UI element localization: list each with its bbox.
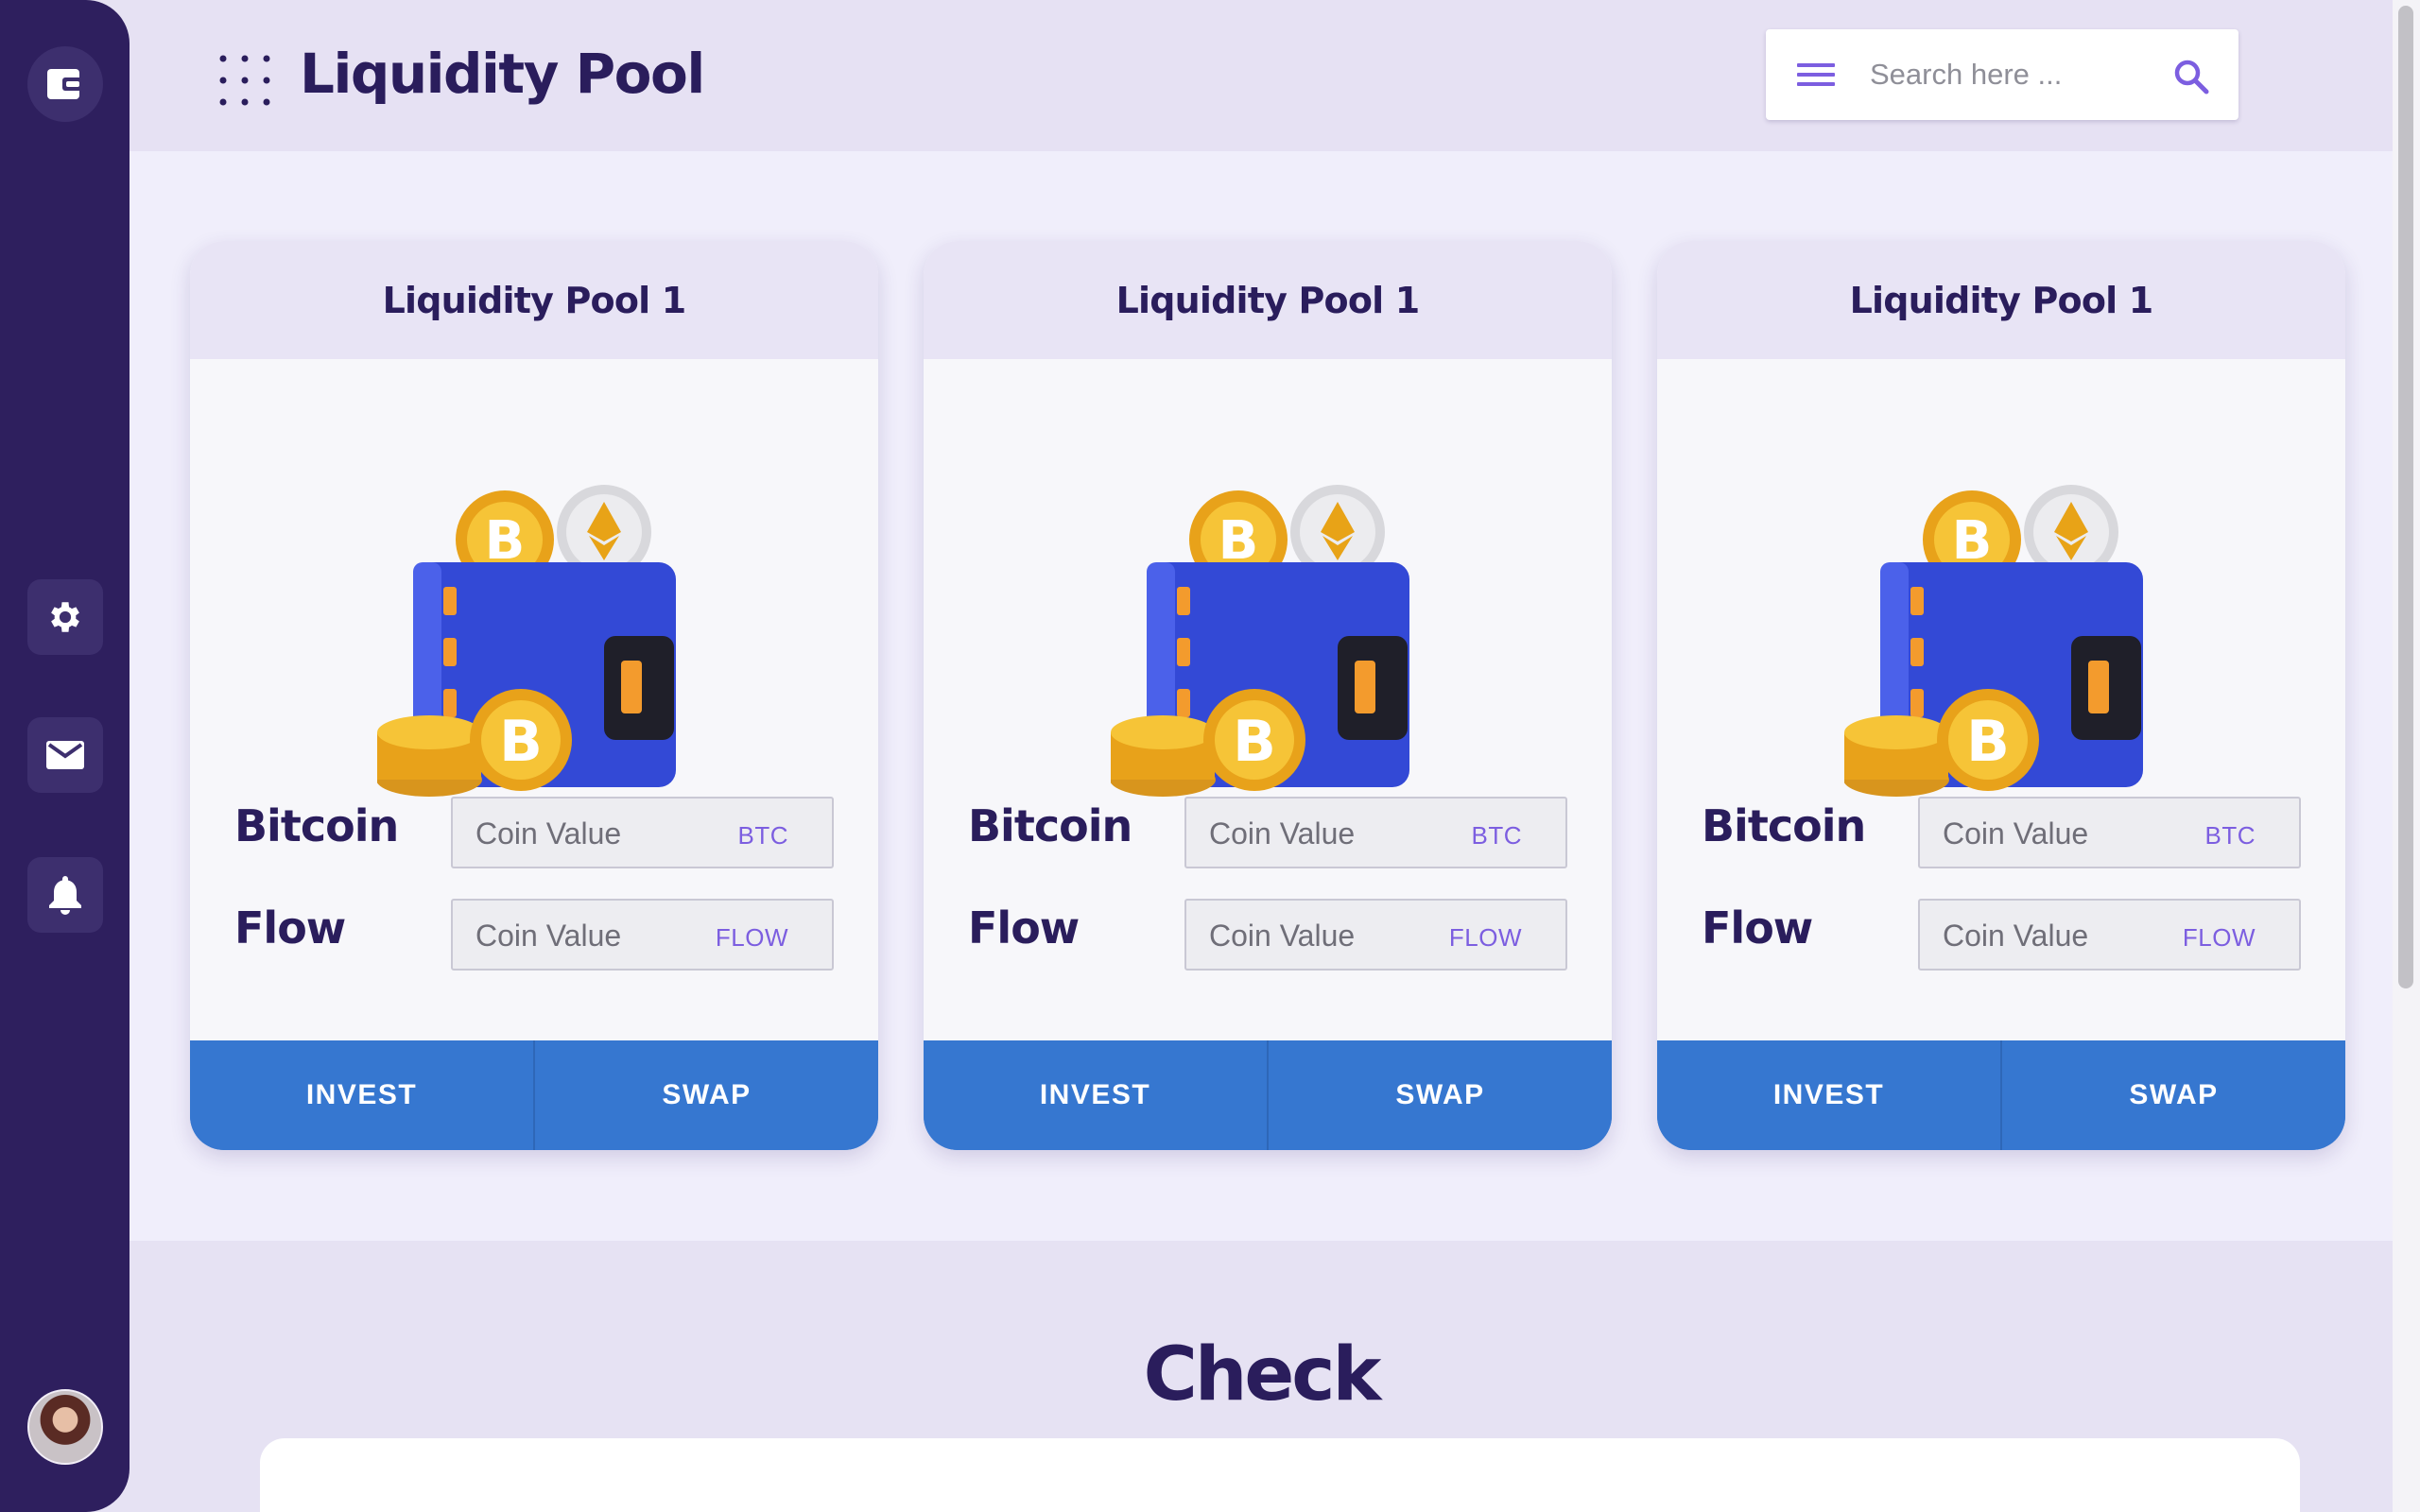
search-box [1766,29,2238,120]
invest-button[interactable]: INVEST [924,1040,1269,1150]
flow-value-input[interactable] [1943,916,2169,955]
coin-value-field: BTC [1918,797,2301,868]
pool-card: Liquidity Pool 1 B B Bitcoin BTC [1657,241,2345,1150]
coin-value-field: FLOW [1918,899,2301,971]
pool-card: Liquidity Pool 1 B B Bitcoin BTC [924,241,1612,1150]
pool-cards-section: Liquidity Pool 1 B B Bitcoin BTC [130,151,2393,1241]
crypto-wallet-illustration: B B [377,485,676,797]
swap-button[interactable]: SWAP [535,1040,878,1150]
card-title: Liquidity Pool 1 [382,279,687,321]
coin-value-field: BTC [451,797,834,868]
svg-text:B: B [1966,709,2010,775]
page-scrollbar[interactable] [2393,0,2420,1512]
coin-value-field: FLOW [451,899,834,971]
coin-label: Flow [968,902,1080,954]
card-title: Liquidity Pool 1 [1115,279,1421,321]
unit-label: BTC [737,821,788,850]
wallet-icon [47,69,83,99]
scroll-thumb[interactable] [2398,6,2413,988]
card-header: Liquidity Pool 1 [1657,241,2345,359]
card-actions: INVEST SWAP [190,1040,878,1150]
flow-value-input[interactable] [475,916,702,955]
unit-label: FLOW [2182,923,2256,952]
swap-button[interactable]: SWAP [2002,1040,2345,1150]
bitcoin-row: Bitcoin BTC [1702,797,2301,868]
sidebar-item-notifications[interactable] [27,857,103,933]
card-header: Liquidity Pool 1 [924,241,1612,359]
card-header: Liquidity Pool 1 [190,241,878,359]
unit-label: BTC [1471,821,1522,850]
sidebar-item-settings[interactable] [27,579,103,655]
page-title: Liquidity Pool [300,42,705,106]
flow-row: Flow FLOW [234,899,834,971]
user-avatar[interactable] [27,1389,103,1465]
search-icon[interactable] [2172,58,2210,95]
bitcoin-value-input[interactable] [1209,814,1436,853]
sidebar [0,0,130,1512]
pool-card: Liquidity Pool 1 B B Bitcoin BTC [190,241,878,1150]
mail-icon [46,741,84,769]
crypto-wallet-illustration: B B [1111,485,1409,797]
unit-label: FLOW [1448,923,1522,952]
card-actions: INVEST SWAP [1657,1040,2345,1150]
coin-value-field: FLOW [1184,899,1567,971]
invest-button[interactable]: INVEST [190,1040,535,1150]
flow-value-input[interactable] [1209,916,1436,955]
gear-icon [51,602,79,632]
wallet-logo-button[interactable] [27,46,103,122]
card-actions: INVEST SWAP [924,1040,1612,1150]
bitcoin-row: Bitcoin BTC [234,797,834,868]
bell-icon [49,876,81,915]
crypto-wallet-illustration: B B [1844,485,2143,797]
svg-text:B: B [1233,709,1276,775]
search-input[interactable] [1870,52,2144,97]
card-title: Liquidity Pool 1 [1849,279,2154,321]
coin-label: Bitcoin [968,800,1132,851]
coin-value-field: BTC [1184,797,1567,868]
bitcoin-value-input[interactable] [475,814,702,853]
invest-button[interactable]: INVEST [1657,1040,2002,1150]
coin-label: Bitcoin [234,800,399,851]
flow-row: Flow FLOW [968,899,1567,971]
sidebar-item-mail[interactable] [27,717,103,793]
coin-label: Flow [234,902,346,954]
coin-label: Flow [1702,902,1813,954]
bitcoin-row: Bitcoin BTC [968,797,1567,868]
flow-row: Flow FLOW [1702,899,2301,971]
check-panel [260,1438,2300,1512]
unit-label: FLOW [715,923,788,952]
menu-icon[interactable] [1797,61,1835,88]
svg-text:B: B [499,709,543,775]
top-header: Liquidity Pool [130,0,2393,151]
apps-grid-icon[interactable] [219,55,270,106]
bitcoin-value-input[interactable] [1943,814,2169,853]
swap-button[interactable]: SWAP [1269,1040,1612,1150]
coin-label: Bitcoin [1702,800,1866,851]
unit-label: BTC [2204,821,2256,850]
check-section-title: Check [1143,1332,1382,1418]
